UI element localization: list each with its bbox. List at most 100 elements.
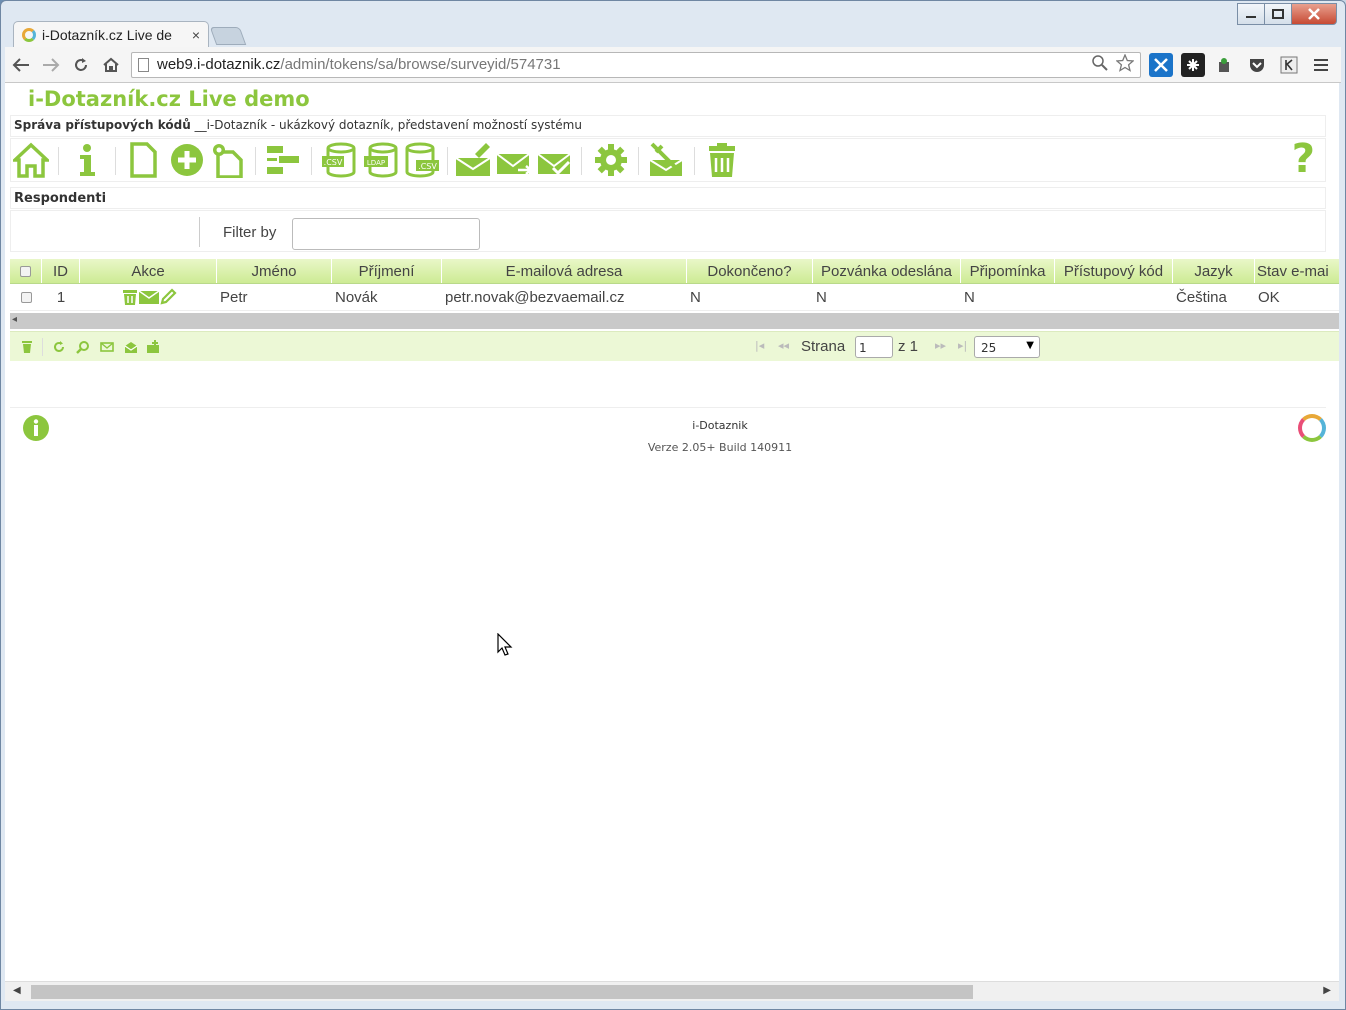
footer-product-name[interactable]: i-Dotaznik	[10, 419, 1339, 432]
col-kod[interactable]: Přístupový kód	[1055, 259, 1173, 283]
tab-close-icon[interactable]: ×	[192, 27, 200, 43]
cell-kod	[1055, 284, 1173, 310]
footer-logo-icon[interactable]	[1298, 414, 1326, 442]
respondents-grid: ID Akce Jméno Příjmení E-mailová adresa …	[10, 259, 1339, 329]
page-scroll-right-icon[interactable]: ▶	[1323, 985, 1331, 996]
cell-actions	[80, 284, 217, 310]
scroll-left-arrow-icon[interactable]: ◂	[12, 314, 17, 325]
page-scroll-thumb[interactable]	[31, 985, 973, 999]
col-pozvanka[interactable]: Pozvánka odeslána	[813, 259, 961, 283]
pager-reminder-icon[interactable]	[124, 340, 138, 354]
edit-email-icon[interactable]	[455, 142, 491, 178]
extension-x-icon[interactable]	[1149, 52, 1173, 77]
cell-dokonceno: N	[690, 288, 701, 306]
col-akce[interactable]: Akce	[80, 259, 217, 283]
reload-icon	[75, 57, 87, 71]
col-prijmeni[interactable]: Příjmení	[332, 259, 442, 283]
extension-pocket-icon[interactable]	[1245, 53, 1269, 77]
pager-email-icon[interactable]	[100, 340, 114, 354]
home-button[interactable]	[97, 51, 125, 79]
address-bar[interactable]: web9.i-dotaznik.cz/admin/tokens/sa/brows…	[131, 51, 1141, 78]
filter-bar: Filter by	[10, 210, 1326, 252]
pager-refresh-icon[interactable]	[52, 340, 66, 354]
svg-text:.CSV: .CSV	[324, 158, 343, 167]
pager-search-icon[interactable]	[76, 340, 90, 354]
grid-horizontal-scrollbar[interactable]: ◂	[10, 313, 1339, 329]
extension-k-icon[interactable]	[1277, 53, 1301, 77]
page-label: Strana	[801, 338, 846, 355]
row-checkbox[interactable]	[20, 291, 32, 303]
home-icon[interactable]	[13, 142, 49, 178]
settings-icon[interactable]	[593, 142, 629, 178]
row-edit-icon[interactable]	[159, 288, 177, 306]
prev-page-icon[interactable]: ◂◂	[778, 339, 789, 352]
url-path: /admin/tokens/sa/browse/surveyid/574731	[280, 56, 561, 73]
page-number-input[interactable]: 1	[855, 336, 893, 358]
select-all-checkbox[interactable]	[20, 265, 31, 277]
add-icon[interactable]	[169, 142, 205, 178]
cell-pozvanka: N	[816, 288, 827, 306]
new-document-icon[interactable]	[125, 142, 161, 178]
site-title[interactable]: i-Dotazník.cz Live demo	[28, 87, 310, 111]
browser-home-icon	[103, 57, 119, 72]
help-icon[interactable]: ?	[1292, 139, 1315, 179]
page-footer: i-Dotaznik Verze 2.05+ Build 140911	[10, 407, 1326, 467]
close-window-button[interactable]	[1291, 3, 1337, 25]
extension-asterisk-icon[interactable]	[1181, 52, 1205, 77]
col-email[interactable]: E-mailová adresa	[442, 259, 687, 283]
tab-strip: i-Dotazník.cz Live de ×	[1, 1, 1345, 47]
col-pripominka[interactable]: Připomínka	[961, 259, 1055, 283]
row-select-cell	[10, 284, 42, 310]
cell-jmeno: Petr	[220, 288, 248, 306]
pager-add-participant-icon[interactable]	[146, 340, 160, 354]
next-page-icon[interactable]: ▸▸	[935, 339, 946, 352]
zoom-icon[interactable]	[1092, 54, 1108, 75]
col-stav[interactable]: Stav e-mai	[1255, 259, 1339, 283]
bookmark-star-icon[interactable]	[1115, 52, 1135, 76]
export-csv-icon[interactable]: .CSV	[404, 142, 440, 178]
rows-per-page-select[interactable]: 25 ▼	[974, 336, 1040, 358]
page-icon	[138, 57, 149, 72]
reload-button[interactable]	[67, 51, 95, 79]
row-delete-icon[interactable]	[121, 289, 139, 305]
maximize-button[interactable]	[1264, 3, 1292, 25]
table-row[interactable]: 1 Petr Novák petr.novak@bezvaemail.cz N …	[10, 284, 1339, 311]
import-csv-icon[interactable]: .CSV	[321, 142, 357, 178]
col-id[interactable]: ID	[42, 259, 80, 283]
filter-input[interactable]	[292, 218, 480, 250]
col-jmeno[interactable]: Jméno	[217, 259, 332, 283]
send-reminders-icon[interactable]	[537, 142, 573, 178]
manage-attributes-icon[interactable]	[265, 142, 301, 178]
bounce-settings-icon[interactable]	[648, 142, 684, 178]
pager-delete-icon[interactable]	[20, 340, 34, 354]
row-email-icon[interactable]	[138, 290, 159, 304]
new-tab-button[interactable]	[209, 27, 247, 45]
minimize-button[interactable]	[1237, 3, 1265, 25]
back-button[interactable]	[7, 51, 35, 79]
col-jazyk[interactable]: Jazyk	[1173, 259, 1255, 283]
token-toolbar: .CSV LDAP .CSV ?	[10, 138, 1326, 182]
info-icon[interactable]	[69, 142, 105, 178]
page-viewport: i-Dotazník.cz Live demo Správa přístupov…	[5, 83, 1339, 1001]
page-horizontal-scrollbar[interactable]: ◀ ▶	[5, 981, 1339, 1001]
breadcrumb: Správa přístupových kódů __i-Dotazník - …	[10, 115, 1326, 137]
browser-window: i-Dotazník.cz Live de × web9.i-dotaznik.…	[0, 0, 1346, 1010]
minimize-icon	[1246, 16, 1256, 18]
select-all-cell	[10, 259, 42, 283]
send-invitations-icon[interactable]	[496, 142, 532, 178]
dropdown-arrow-icon: ▼	[1026, 340, 1034, 351]
col-dokonceno[interactable]: Dokončeno?	[687, 259, 813, 283]
filter-label: Filter by	[223, 224, 277, 241]
first-page-icon[interactable]: |◂	[755, 339, 764, 352]
extension-puzzle-icon[interactable]	[1213, 53, 1237, 77]
forward-button[interactable]	[37, 51, 65, 79]
last-page-icon[interactable]: ▸|	[958, 339, 967, 352]
page-scroll-left-icon[interactable]: ◀	[13, 985, 21, 996]
delete-table-icon[interactable]	[704, 142, 740, 178]
browser-tab[interactable]: i-Dotazník.cz Live de ×	[13, 21, 209, 47]
rows-per-page-value: 25	[981, 341, 997, 355]
import-ldap-icon[interactable]: LDAP	[363, 142, 399, 178]
svg-text:LDAP: LDAP	[367, 159, 385, 167]
menu-icon[interactable]	[1309, 53, 1333, 77]
generate-tokens-icon[interactable]	[209, 142, 245, 178]
